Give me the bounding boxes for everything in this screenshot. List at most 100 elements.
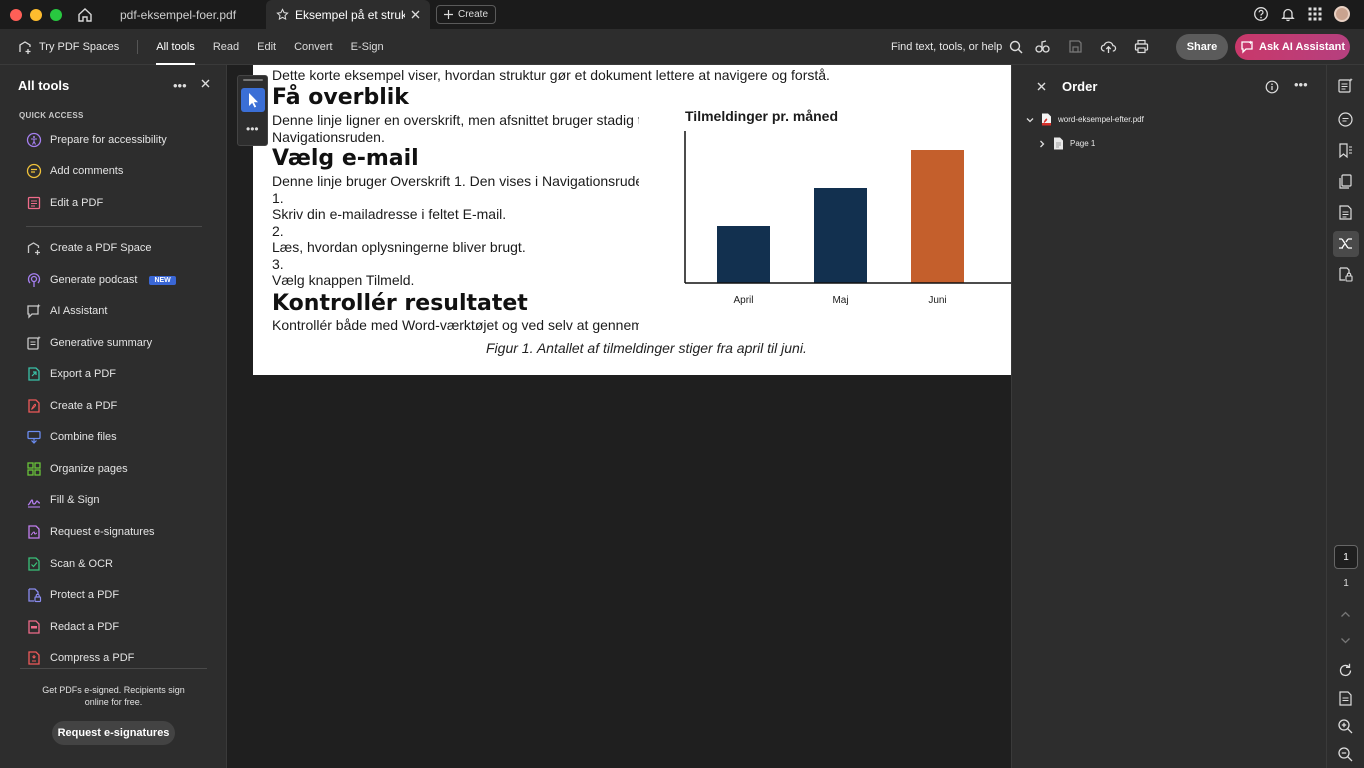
zoom-in-icon[interactable] [1337,718,1354,735]
zoom-window-button[interactable] [50,8,62,21]
all-tools-panel: All tools ••• QUICK ACCESS Prepare for a… [0,65,227,768]
tool-generate-podcast[interactable]: Generate podcast NEW [26,270,176,290]
bar-chart: Tilmeldinger pr. måned April Maj Juni [684,108,1011,306]
close-window-button[interactable] [10,8,22,21]
home-icon[interactable] [76,6,94,24]
combine-files-icon [27,430,41,444]
tool-ai-assistant[interactable]: AI Assistant [26,301,107,321]
menu-convert[interactable]: Convert [294,29,333,65]
tool-create-pdf-space[interactable]: Create a PDF Space [26,238,152,258]
tool-combine-files[interactable]: Combine files [26,427,117,447]
close-icon[interactable] [1037,82,1046,91]
summary-icon [27,336,41,350]
tool-redact-pdf[interactable]: Redact a PDF [26,617,119,637]
user-avatar[interactable] [1334,6,1350,22]
close-tab-icon[interactable] [411,10,420,19]
total-pages: 1 [1343,578,1349,589]
list-number-2: 2. [272,223,284,239]
zoom-out-icon[interactable] [1337,746,1354,763]
menu-divider [137,39,139,54]
pages-icon[interactable] [1337,173,1354,190]
tree-item-page-1[interactable]: Page 1 [1037,137,1095,150]
tab-eksempel-active[interactable]: Eksempel på et struktu... [266,0,430,29]
chevron-down-icon[interactable] [1025,115,1035,125]
tool-label: Edit a PDF [50,197,104,209]
menu-e-sign[interactable]: E-Sign [351,29,384,65]
tool-label: Request e-signatures [50,526,155,538]
star-icon[interactable] [276,8,289,21]
close-icon[interactable] [201,79,210,88]
organize-icon[interactable] [1337,77,1354,94]
intro-paragraph: Dette korte eksempel viser, hvordan stru… [272,67,830,83]
tool-generative-summary[interactable]: Generative summary [26,333,152,353]
document-viewer[interactable]: Dette korte eksempel viser, hvordan stru… [228,65,1011,768]
page-display-icon[interactable] [1337,690,1354,707]
save-icon[interactable] [1067,38,1084,55]
ai-assistant-icon [1241,40,1253,54]
scan-ocr-icon [28,557,40,571]
tool-prepare-accessibility[interactable]: Prepare for accessibility [26,130,167,150]
tool-label: Scan & OCR [50,558,113,570]
select-tool-button[interactable] [241,88,265,112]
more-options-icon[interactable]: ••• [1294,77,1308,92]
tool-add-comments[interactable]: Add comments [26,161,123,181]
tool-fill-sign[interactable]: Fill & Sign [26,490,100,510]
tab-pdf-eksempel-foer[interactable]: pdf-eksempel-foer.pdf [102,0,266,29]
share-button[interactable]: Share [1176,34,1228,60]
comment-icon[interactable] [1337,111,1354,128]
menu-read[interactable]: Read [213,29,239,65]
window-controls [10,8,62,21]
ask-ai-assistant-button[interactable]: Ask AI Assistant [1235,34,1350,60]
cursor-arrow-icon [249,93,258,108]
tool-label: Compress a PDF [50,652,135,664]
tool-protect-pdf[interactable]: Protect a PDF [26,585,119,605]
rotate-icon[interactable] [1337,662,1354,679]
quick-tools-toolbar: ••• [237,75,268,146]
more-tools-icon[interactable]: ••• [246,122,259,136]
apps-grid-icon[interactable] [1307,6,1323,22]
bookmark-icon[interactable] [1337,142,1354,159]
try-pdf-spaces-button[interactable]: Try PDF Spaces [17,39,119,55]
tool-organize-pages[interactable]: Organize pages [26,459,128,479]
compress-pdf-icon [28,651,40,665]
tool-edit-pdf[interactable]: Edit a PDF [26,193,103,213]
paragraph-3: Kontrollér både med Word-værktøjet og ve… [272,317,639,333]
ai-tools-icon[interactable] [1034,38,1051,55]
try-pdf-spaces-label: Try PDF Spaces [39,40,120,53]
request-esignatures-button[interactable]: Request e-signatures [52,721,175,745]
print-icon[interactable] [1133,38,1150,55]
chevron-right-icon[interactable] [1037,139,1047,149]
menu-all-tools[interactable]: All tools [156,29,195,65]
tool-compress-pdf[interactable]: Compress a PDF [26,648,134,668]
page-label: Page 1 [1070,139,1096,148]
tree-item-file[interactable]: word-eksempel-efter.pdf [1025,113,1144,126]
find-search-button[interactable]: Find text, tools, or help [891,29,1023,65]
current-page-input[interactable]: 1 [1334,545,1358,569]
tool-create-pdf[interactable]: Create a PDF [26,396,117,416]
chevron-down-icon[interactable] [1337,632,1354,649]
tool-label: Fill & Sign [50,494,100,506]
cloud-upload-icon[interactable] [1100,38,1117,55]
list-step-3: Vælg knappen Tilmeld. [272,272,415,288]
help-icon[interactable] [1253,6,1269,22]
tool-scan-ocr[interactable]: Scan & OCR [26,554,113,574]
menu-edit[interactable]: Edit [257,29,276,65]
paragraph-2: Denne linje bruger Overskrift 1. Den vis… [272,173,639,189]
tab-label: Eksempel på et struktu... [295,7,405,22]
create-tab-button[interactable]: Create [436,5,497,24]
page-icon [1054,137,1063,150]
file-name: word-eksempel-efter.pdf [1058,115,1144,124]
info-icon[interactable] [1265,80,1279,94]
chevron-up-icon[interactable] [1337,606,1354,623]
protect-icon[interactable] [1337,266,1354,283]
bell-icon[interactable] [1280,6,1296,22]
more-options-icon[interactable]: ••• [173,78,187,93]
drag-handle[interactable] [243,79,263,81]
tool-export-pdf[interactable]: Export a PDF [26,364,116,384]
minimize-window-button[interactable] [30,8,42,21]
reading-order-icon[interactable] [1337,235,1354,252]
tool-label: Create a PDF [50,400,118,412]
pdf-page[interactable]: Dette korte eksempel viser, hvordan stru… [253,65,1011,375]
tool-request-esignatures[interactable]: Request e-signatures [26,522,155,542]
document-properties-icon[interactable] [1337,204,1354,221]
